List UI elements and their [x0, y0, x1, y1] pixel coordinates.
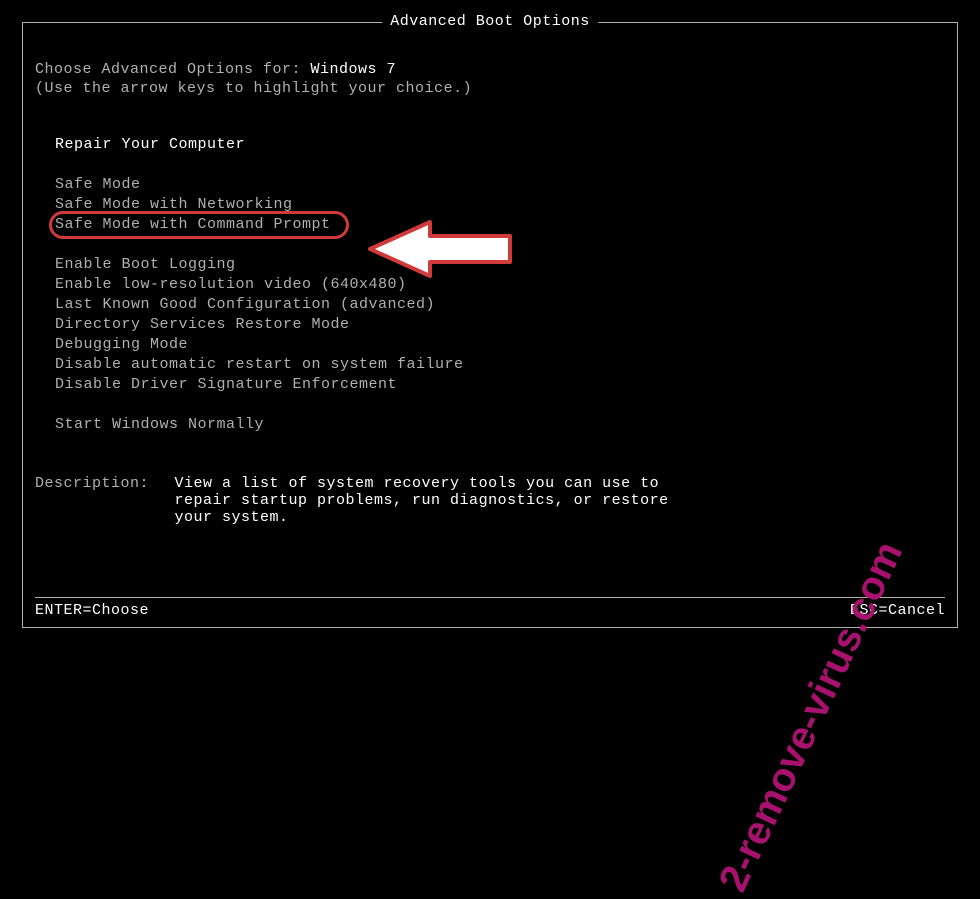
window-title: Advanced Boot Options: [382, 13, 598, 30]
menu-item-safe-mode-command-prompt[interactable]: Safe Mode with Command Prompt: [55, 215, 331, 235]
menu-item-safe-mode[interactable]: Safe Mode: [55, 175, 945, 195]
boot-options-window: Advanced Boot Options Choose Advanced Op…: [22, 22, 958, 628]
menu-item-debugging-mode[interactable]: Debugging Mode: [55, 335, 945, 355]
footer-enter-hint: ENTER=Choose: [35, 602, 149, 619]
arrow-annotation: [360, 214, 520, 284]
menu-group-normal: Start Windows Normally: [35, 415, 945, 435]
arrow-left-icon: [360, 214, 520, 284]
description-block: Description: View a list of system recov…: [35, 475, 945, 526]
description-label: Description:: [35, 475, 165, 492]
choose-instruction: Choose Advanced Options for: Windows 7: [35, 61, 945, 78]
footer-esc-hint: ESC=Cancel: [850, 602, 945, 619]
menu-item-directory-services-restore[interactable]: Directory Services Restore Mode: [55, 315, 945, 335]
menu-item-last-known-good[interactable]: Last Known Good Configuration (advanced): [55, 295, 945, 315]
os-name: Windows 7: [311, 61, 397, 78]
menu-item-disable-driver-signature[interactable]: Disable Driver Signature Enforcement: [55, 375, 945, 395]
menu-item-start-windows-normally[interactable]: Start Windows Normally: [55, 415, 945, 435]
menu-item-repair-your-computer[interactable]: Repair Your Computer: [55, 135, 945, 155]
description-text: View a list of system recovery tools you…: [175, 475, 715, 526]
menu-group-repair: Repair Your Computer: [35, 135, 945, 155]
arrow-keys-hint: (Use the arrow keys to highlight your ch…: [35, 80, 945, 97]
choose-prefix: Choose Advanced Options for:: [35, 61, 311, 78]
menu-item-disable-auto-restart[interactable]: Disable automatic restart on system fail…: [55, 355, 945, 375]
menu-item-label: Safe Mode with Command Prompt: [55, 216, 331, 233]
footer-bar: ENTER=Choose ESC=Cancel: [35, 597, 945, 619]
menu-item-safe-mode-networking[interactable]: Safe Mode with Networking: [55, 195, 945, 215]
